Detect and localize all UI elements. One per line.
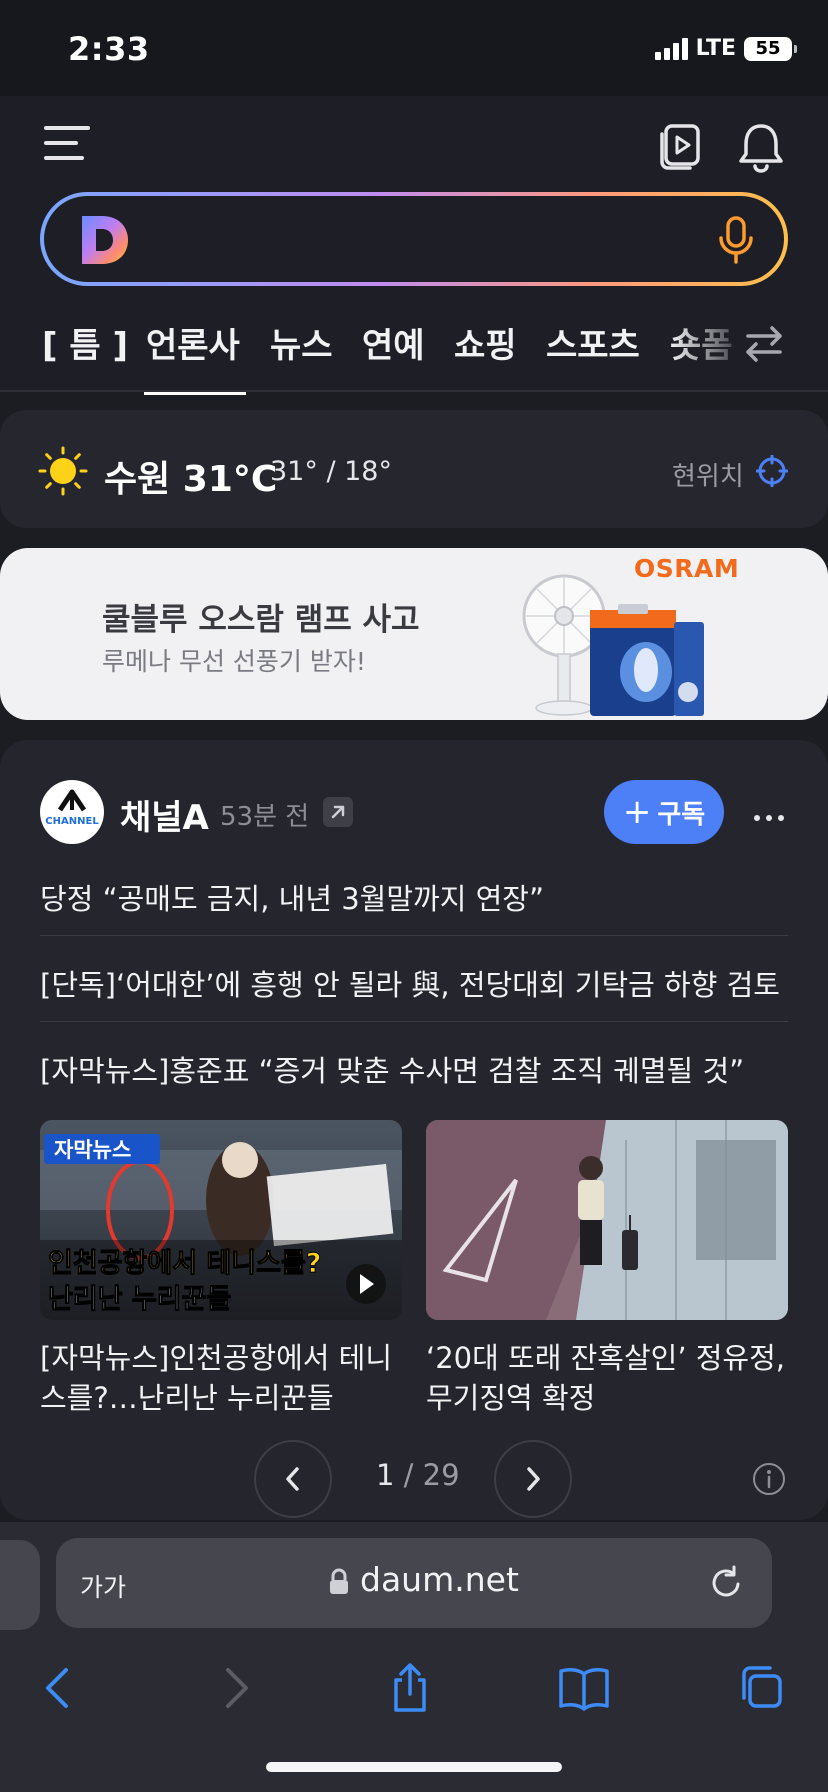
ad-brand-logo: OSRAM <box>634 554 740 583</box>
browser-toolbar: 가가 daum.net <box>0 1522 828 1792</box>
location-target-icon[interactable] <box>756 455 788 487</box>
tab-shopping[interactable]: 쇼핑 <box>454 318 517 367</box>
video-icon[interactable] <box>656 124 702 172</box>
menu-icon[interactable] <box>44 126 90 166</box>
cellular-signal-icon <box>654 37 688 60</box>
tab-sports[interactable]: 스포츠 <box>546 318 640 367</box>
network-type: LTE <box>695 36 736 61</box>
subscribe-label: 구독 <box>657 799 706 830</box>
reload-icon[interactable] <box>708 1564 744 1602</box>
current-page: 1 <box>376 1458 395 1492</box>
news-caption-2[interactable]: ‘20대 또래 잔혹살인’ 정유정, 무기징역 확정 <box>426 1338 788 1418</box>
back-icon[interactable] <box>34 1662 82 1714</box>
info-icon[interactable] <box>752 1462 786 1496</box>
header: [ 틈 ] 언론사 뉴스 연예 쇼핑 스포츠 숏폼 <box>0 96 828 395</box>
channel-a-logo-icon: CHANNEL <box>45 789 99 827</box>
svg-text:CHANNEL: CHANNEL <box>45 816 99 827</box>
post-time: 53분 전 <box>220 802 310 832</box>
tabs-icon[interactable] <box>736 1662 784 1714</box>
current-location-label[interactable]: 현위치 <box>672 456 744 493</box>
airport-tennis-image: 자막뉴스 인천공항에서 테니스를? 난리난 누리꾼들 <box>40 1120 402 1320</box>
navigation-toolbar <box>0 1652 828 1752</box>
status-indicators: LTE 55 <box>654 36 797 61</box>
forward-icon[interactable] <box>212 1662 260 1714</box>
previous-tab-preview[interactable] <box>0 1540 40 1630</box>
headline-2[interactable]: [단독]‘어대한’에 흥행 안 될라 與, 전당대회 기탁금 하향 검토 <box>40 962 790 1004</box>
headline-1[interactable]: 당정 “공매도 금지, 내년 3월말까지 연장” <box>40 876 790 918</box>
previous-page-button[interactable] <box>254 1440 332 1518</box>
news-thumbnail[interactable] <box>426 1120 788 1320</box>
weather-city-temp: 수원 31°C <box>104 459 278 500</box>
swap-arrows-icon[interactable] <box>742 322 786 366</box>
status-time: 2:33 <box>68 30 150 68</box>
subscribe-button[interactable]: + 구독 <box>604 780 724 844</box>
weather-widget[interactable]: 수원 31°C 31° / 18° 현위치 <box>0 410 828 528</box>
osram-product-box-image <box>590 604 704 716</box>
microphone-icon[interactable] <box>718 216 754 264</box>
home-indicator[interactable] <box>266 1762 562 1772</box>
svg-text:인천공항에서 테니스를?: 인천공항에서 테니스를? <box>48 1248 321 1279</box>
tab-teum[interactable]: [ 틈 ] <box>42 318 128 367</box>
page-indicator: 1 / 29 <box>376 1458 460 1492</box>
lock-icon <box>330 1568 348 1594</box>
external-link-icon[interactable] <box>322 796 354 828</box>
chevron-right-icon <box>527 1467 540 1491</box>
total-pages: 29 <box>422 1458 460 1492</box>
chevron-left-icon <box>286 1467 299 1491</box>
divider <box>40 935 788 936</box>
category-tabs: [ 틈 ] 언론사 뉴스 연예 쇼핑 스포츠 숏폼 <box>0 308 828 395</box>
ad-title: 쿨블루 오스람 램프 사고 <box>102 602 420 638</box>
ad-subtitle: 루메나 무선 선풍기 받자! <box>102 647 366 676</box>
svg-text:난리난 누리꾼들: 난리난 누리꾼들 <box>48 1284 231 1315</box>
address-bar[interactable]: 가가 daum.net <box>56 1538 772 1628</box>
more-options-icon[interactable] <box>754 806 790 821</box>
tab-entertainment[interactable]: 연예 <box>362 318 425 367</box>
daum-logo-icon <box>82 216 128 264</box>
video-caption-1[interactable]: [자막뉴스]인천공항에서 테니스를?…난리난 누리꾼들 <box>40 1338 402 1418</box>
street-cctv-image <box>426 1120 788 1320</box>
channel-name[interactable]: 채널A <box>120 790 209 839</box>
battery-icon: 55 <box>744 36 797 61</box>
plus-icon: + <box>622 792 652 832</box>
bell-icon[interactable] <box>736 120 786 174</box>
share-icon[interactable] <box>386 1662 434 1714</box>
ad-banner[interactable]: 쿨블루 오스람 램프 사고 루메나 무선 선풍기 받자! OSRAM <box>0 548 828 720</box>
status-bar: 2:33 LTE 55 <box>0 0 828 96</box>
divider <box>0 390 828 392</box>
channel-logo[interactable]: CHANNEL <box>40 780 104 844</box>
next-page-button[interactable] <box>494 1440 572 1518</box>
tab-news[interactable]: 뉴스 <box>270 318 333 367</box>
pagination: 1 / 29 <box>0 1440 828 1520</box>
text-size-button[interactable]: 가가 <box>80 1568 126 1604</box>
svg-text:자막뉴스: 자막뉴스 <box>54 1138 131 1162</box>
weather-range: 31° / 18° <box>270 456 392 487</box>
news-card: CHANNEL 채널A 53분 전 + 구독 당정 “공매도 금지, 내년 3월… <box>0 740 828 1520</box>
bookmarks-icon[interactable] <box>558 1662 610 1714</box>
url-text: daum.net <box>360 1560 519 1599</box>
search-bar[interactable] <box>40 192 788 286</box>
divider <box>40 1021 788 1022</box>
video-thumbnail[interactable]: 자막뉴스 인천공항에서 테니스를? 난리난 누리꾼들 <box>40 1120 402 1320</box>
tab-press[interactable]: 언론사 <box>144 318 246 395</box>
sun-icon <box>38 446 88 496</box>
headline-3[interactable]: [자막뉴스]홍준표 “증거 맞춘 수사면 검찰 조직 궤멸될 것” <box>40 1048 790 1090</box>
